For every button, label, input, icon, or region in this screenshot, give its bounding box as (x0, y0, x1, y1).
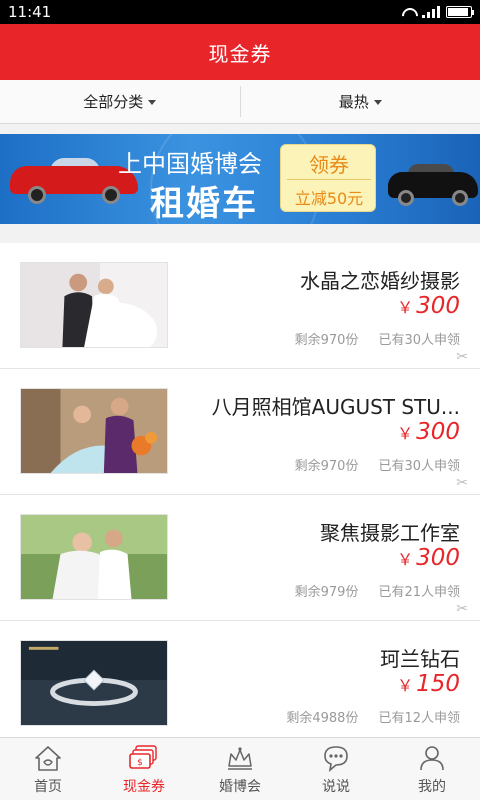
coupon-remaining: 剩余979份 (294, 585, 359, 600)
tab-wedding-expo[interactable]: 婚博会 (192, 738, 288, 800)
banner-coupon-title: 领券 (309, 153, 349, 177)
currency-symbol: ￥ (397, 676, 414, 695)
coupon-title: 八月照相馆AUGUST STU... (211, 395, 460, 419)
wedding-photo-thumbnail (20, 514, 168, 600)
coupon-price-value: 300 (416, 419, 460, 445)
coupon-meta: 剩余979份 已有21人申领 (295, 581, 460, 600)
expo-crown-icon (228, 747, 252, 770)
battery-level (448, 8, 468, 16)
tab-wedding-expo-label: 婚博会 (219, 779, 261, 795)
banner-coupon-discount: 立减50元 (294, 189, 364, 208)
person-icon (420, 746, 444, 771)
status-bar: 11:41 (0, 0, 480, 24)
diamond-ring-thumbnail (20, 640, 168, 726)
tab-posts-label: 说说 (322, 779, 350, 795)
tab-cash-coupon-label: 现金券 (123, 779, 165, 795)
coupon-remaining: 剩余4988份 (286, 711, 359, 726)
scissors-icon: ✂ (456, 601, 468, 617)
home-icon (35, 746, 61, 771)
category-filter-label: 全部分类 (83, 93, 144, 111)
title-bar: 现金券 (0, 24, 480, 80)
coupon-list-item[interactable]: 八月照相馆AUGUST STU... ￥ 300 剩余970份 已有30人申领 ✂ (0, 369, 480, 495)
coupon-remaining: 剩余970份 (294, 459, 359, 474)
coupon-title: 聚焦摄影工作室 (320, 521, 460, 545)
currency-symbol: ￥ (397, 424, 414, 443)
bottom-tab-bar: 首页 $ 现金券 婚博会 说说 我的 (0, 737, 480, 800)
coupon-meta: 剩余970份 已有30人申领 (295, 455, 460, 474)
coupon-claimed: 已有12人申领 (378, 711, 460, 726)
coupon-list-item[interactable]: 聚焦摄影工作室 ￥ 300 剩余979份 已有21人申领 ✂ (0, 495, 480, 621)
coupon-list-item[interactable]: 水晶之恋婚纱摄影 ￥ 300 剩余970份 已有30人申领 ✂ (0, 243, 480, 369)
tab-cash-coupon[interactable]: $ 现金券 (96, 738, 192, 800)
promo-banner[interactable]: 上中国婚博会 租婚车 领券 立减50元 (0, 134, 480, 224)
signal-icon (422, 6, 440, 18)
black-limousine-image (388, 164, 478, 210)
cash-coupon-icon: $ (129, 745, 157, 769)
sort-filter-label: 最热 (338, 93, 369, 111)
coupon-claimed: 已有21人申领 (378, 585, 460, 600)
chat-bubble-icon (324, 746, 348, 772)
coupon-price-value: 300 (416, 293, 460, 319)
currency-symbol: ￥ (397, 550, 414, 569)
banner-coupon-tag: 领券 立减50元 (280, 144, 376, 212)
tab-home-label: 首页 (34, 779, 62, 795)
scissors-icon: ✂ (456, 349, 468, 365)
coupon-title: 珂兰钻石 (380, 647, 460, 671)
coupon-price-value: 300 (416, 545, 460, 571)
coupon-price: ￥ 300 (397, 293, 460, 319)
tab-posts[interactable]: 说说 (288, 738, 384, 800)
coupon-price: ￥ 300 (397, 419, 460, 445)
status-icons (400, 6, 474, 18)
coupon-remaining: 剩余970份 (294, 333, 359, 348)
banner-subheadline: 租婚车 (150, 184, 258, 224)
status-time: 11:41 (8, 3, 52, 21)
wedding-photo-thumbnail (20, 388, 168, 474)
tab-profile-label: 我的 (418, 779, 446, 795)
caret-down-icon (148, 99, 157, 105)
page-title: 现金券 (208, 41, 272, 66)
wedding-photo-thumbnail (20, 262, 168, 348)
coupon-claimed: 已有30人申领 (378, 459, 460, 474)
coupon-meta: 剩余970份 已有30人申领 (295, 329, 460, 348)
svg-text:$: $ (137, 758, 143, 768)
coupon-claimed: 已有30人申领 (378, 333, 460, 348)
currency-symbol: ￥ (397, 298, 414, 317)
coupon-list-item[interactable]: 珂兰钻石 ￥ 150 剩余4988份 已有12人申领 (0, 621, 480, 737)
coupon-price-value: 150 (416, 671, 460, 697)
coupon-meta: 剩余4988份 已有12人申领 (286, 707, 460, 726)
battery-icon (446, 6, 474, 18)
tab-profile[interactable]: 我的 (384, 738, 480, 800)
sort-filter-dropdown[interactable]: 最热 (239, 86, 480, 117)
wifi-icon (400, 6, 416, 18)
coupon-price: ￥ 150 (397, 671, 460, 697)
coupon-list: 水晶之恋婚纱摄影 ￥ 300 剩余970份 已有30人申领 ✂ 八月照相馆AUGUS… (0, 243, 480, 737)
scissors-icon: ✂ (456, 475, 468, 491)
coupon-title: 水晶之恋婚纱摄影 (300, 269, 460, 293)
caret-down-icon (373, 99, 382, 105)
category-filter-dropdown[interactable]: 全部分类 (0, 80, 240, 123)
filter-bar: 全部分类 最热 (0, 80, 480, 124)
tab-home[interactable]: 首页 (0, 738, 96, 800)
banner-headline: 上中国婚博会 (118, 150, 262, 178)
coupon-price: ￥ 300 (397, 545, 460, 571)
